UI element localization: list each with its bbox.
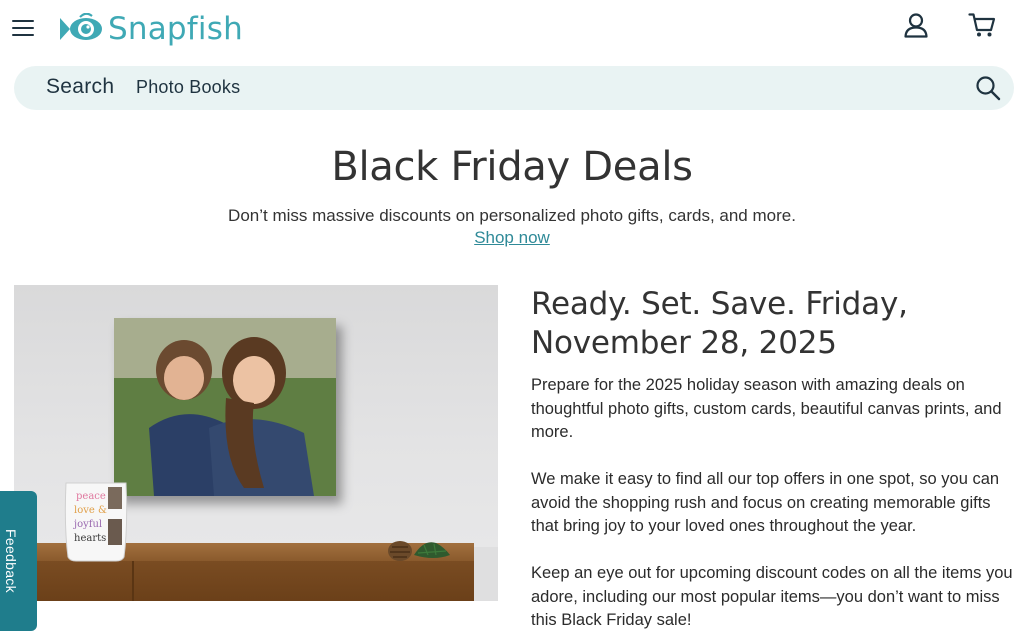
feedback-label: Feedback	[3, 529, 19, 593]
hamburger-menu-icon[interactable]	[12, 18, 34, 38]
photo-mug: peace love & joyful hearts	[64, 482, 128, 562]
mug-text-3: joyful	[73, 519, 102, 530]
mug-text-4: hearts	[74, 533, 106, 544]
feedback-tab[interactable]: Feedback	[0, 491, 37, 631]
snapfish-logo[interactable]: Snapfish	[58, 10, 243, 48]
search-input[interactable]: Photo Books	[136, 77, 240, 98]
page-title: Black Friday Deals	[331, 144, 693, 190]
article-paragraph-3: Keep an eye out for upcoming discount co…	[531, 564, 1013, 629]
mug-text-1: peace	[76, 491, 106, 502]
shelf-seam	[132, 561, 134, 601]
article-paragraph-1: Prepare for the 2025 holiday season with…	[531, 376, 1002, 441]
search-icon[interactable]	[975, 75, 1001, 101]
fish-eye-icon	[60, 13, 102, 40]
article-paragraph-2: We make it easy to find all our top offe…	[531, 470, 1000, 535]
page-subtitle: Don’t miss massive discounts on personal…	[228, 206, 796, 225]
kids-photo-illustration	[114, 318, 336, 496]
canvas-print-photo	[114, 318, 336, 496]
hero-image: peace love & joyful hearts	[14, 285, 498, 601]
article-heading: Ready. Set. Save. Friday, November 28, 2…	[531, 286, 908, 361]
pinecone-decoration	[388, 541, 450, 561]
mug-text-2: love &	[74, 505, 107, 516]
shelf-front	[14, 561, 474, 601]
search-label: Search	[46, 75, 115, 98]
shop-now-link[interactable]: Shop now	[0, 228, 1024, 248]
user-icon[interactable]	[903, 12, 929, 38]
cart-icon[interactable]	[968, 12, 996, 38]
logo-text: Snapfish	[108, 11, 243, 47]
